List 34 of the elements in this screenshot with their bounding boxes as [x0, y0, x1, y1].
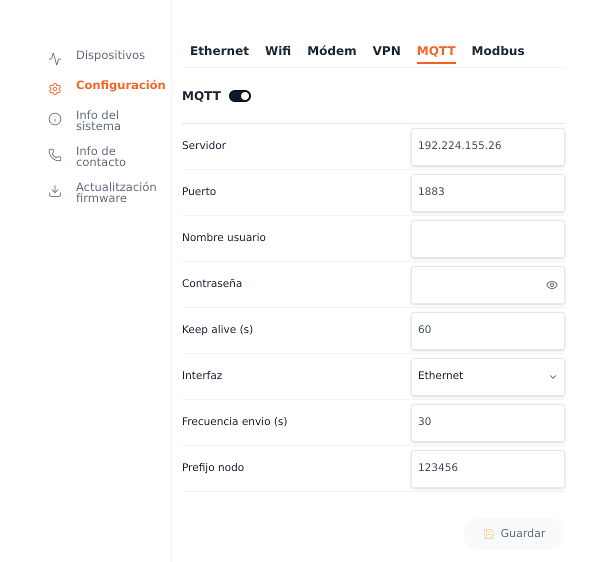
password-field[interactable]: [411, 266, 565, 304]
field-label: Frecuencia envio (s): [182, 414, 288, 430]
input-field[interactable]: 1883: [411, 174, 565, 212]
toggle-switch[interactable]: [228, 90, 251, 102]
field-label: Puerto: [182, 184, 216, 200]
input-field[interactable]: 123456: [411, 450, 565, 488]
sidebar-item[interactable]: Info de contacto: [76, 146, 166, 168]
phone-icon: [48, 148, 62, 162]
input-field[interactable]: 30: [411, 404, 565, 442]
input-field[interactable]: 192.224.155.26: [411, 128, 565, 166]
eye-icon[interactable]: [546, 278, 558, 290]
download-icon: [48, 184, 62, 198]
field-label: Keep alive (s): [182, 322, 254, 338]
sidebar-item[interactable]: Actualitzación firmware: [76, 182, 166, 204]
field-label: Contraseña: [182, 276, 242, 292]
tab[interactable]: VPN: [372, 40, 401, 64]
field-label: Interfaz: [182, 368, 222, 384]
sidebar-item[interactable]: Dispositivos: [76, 50, 166, 61]
tab[interactable]: Módem: [307, 40, 357, 64]
field-label: Servidor: [182, 138, 226, 154]
tab[interactable]: Modbus: [472, 40, 525, 64]
section-title: MQTT: [182, 88, 221, 104]
pulse-icon: [48, 52, 62, 66]
info-icon: [48, 112, 62, 126]
field-label: Prefijo nodo: [182, 460, 244, 476]
select-field[interactable]: Ethernet: [411, 358, 565, 396]
tab[interactable]: Ethernet: [190, 40, 249, 64]
tab[interactable]: Wifi: [264, 40, 292, 64]
save-icon: [482, 528, 495, 540]
input-field[interactable]: [411, 220, 565, 258]
field-label: Nombre usuario: [182, 230, 266, 246]
input-field[interactable]: 60: [411, 312, 565, 350]
gear-icon: [48, 82, 62, 96]
sidebar-item[interactable]: Info del sistema: [76, 110, 166, 132]
